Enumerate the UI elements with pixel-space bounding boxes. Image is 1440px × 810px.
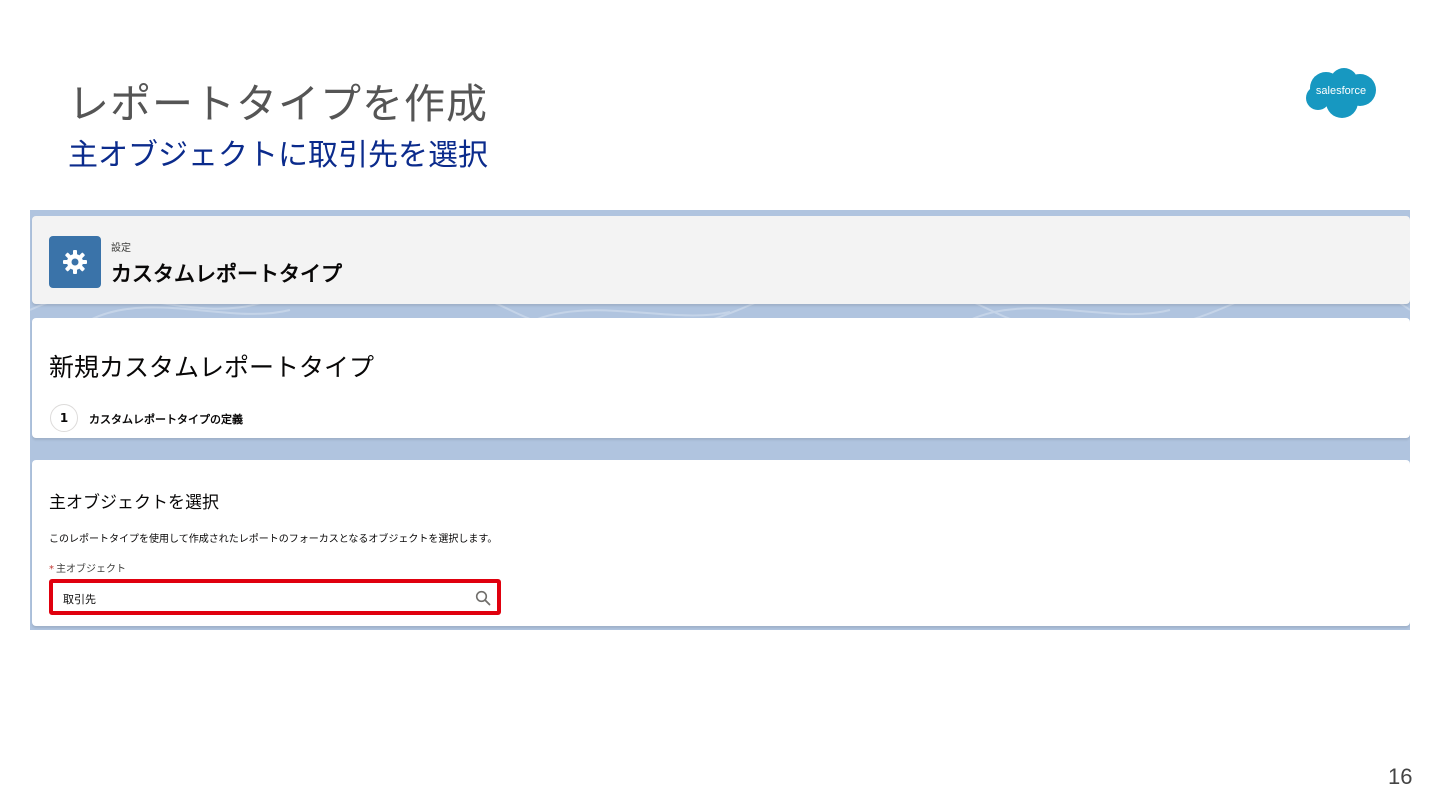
search-icon[interactable] bbox=[475, 590, 491, 606]
slide-subtitle: 主オブジェクトに取引先を選択 bbox=[68, 138, 488, 173]
slide-title: レポートタイプを作成 bbox=[68, 80, 488, 128]
primary-object-input[interactable]: 取引先 bbox=[49, 579, 501, 615]
setup-header: 設定 カスタムレポートタイプ bbox=[32, 216, 1410, 304]
form-description: このレポートタイプを使用して作成されたレポートのフォーカスとなるオブジェクトを選… bbox=[49, 534, 498, 545]
primary-object-form: 主オブジェクトを選択 このレポートタイプを使用して作成されたレポートのフォーカス… bbox=[32, 460, 1410, 626]
logo-text: salesforce bbox=[1315, 85, 1367, 97]
header-title: カスタムレポートタイプ bbox=[111, 262, 342, 286]
primary-object-label: * 主オブジェクト bbox=[49, 560, 126, 575]
required-mark: * bbox=[49, 564, 54, 575]
step-number-badge: 1 bbox=[50, 404, 78, 432]
header-eyebrow[interactable]: 設定 bbox=[111, 239, 131, 254]
wizard-title: 新規カスタムレポートタイプ bbox=[49, 353, 375, 382]
gear-icon bbox=[63, 250, 87, 274]
setup-icon-tile bbox=[49, 236, 101, 288]
primary-object-label-text: 主オブジェクト bbox=[56, 564, 126, 575]
step-label: カスタムレポートタイプの定義 bbox=[89, 413, 243, 426]
page-number: 16 bbox=[1388, 764, 1413, 789]
salesforce-setup-screen: 設定 カスタムレポートタイプ 新規カスタムレポートタイプ 1 カスタムレポートタ… bbox=[30, 210, 1410, 630]
wizard-card: 新規カスタムレポートタイプ 1 カスタムレポートタイプの定義 bbox=[32, 318, 1410, 438]
form-section-title: 主オブジェクトを選択 bbox=[49, 493, 219, 513]
salesforce-logo: salesforce bbox=[1302, 66, 1380, 120]
primary-object-value: 取引先 bbox=[63, 593, 96, 606]
